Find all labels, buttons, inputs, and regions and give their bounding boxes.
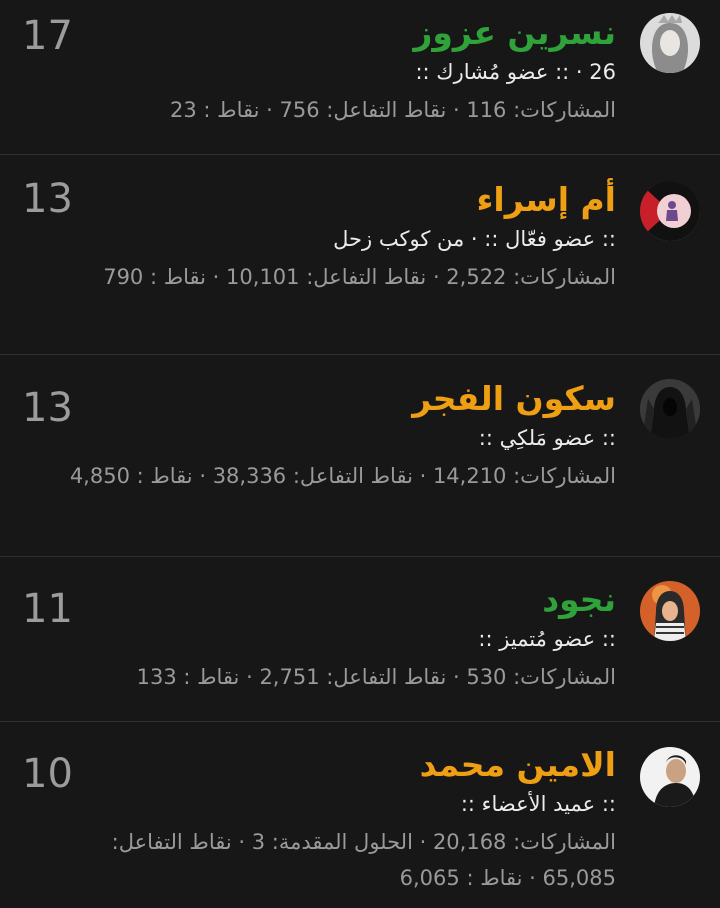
member-stats: المشاركات: 20,168 · الحلول المقدمة: 3 · … xyxy=(111,830,616,890)
member-row[interactable]: 13 سكون الفجر :: عضو مَلكِي :: المشاركات… xyxy=(0,355,720,557)
member-name[interactable]: سكون الفجر xyxy=(46,376,616,422)
woman-headscarf-avatar[interactable] xyxy=(640,13,700,73)
member-title: 26 · :: عضو مُشارك :: xyxy=(415,60,616,84)
member-info: نسرين عزوز 26 · :: عضو مُشارك :: المشارك… xyxy=(46,10,616,128)
member-row[interactable]: 11 نجود :: عضو مُتميز :: المشاركات: 530 … xyxy=(0,557,720,722)
member-title: :: عضو فعّال :: · من كوكب زحل xyxy=(333,227,616,251)
member-info: الامين محمد :: عميد الأعضاء :: المشاركات… xyxy=(46,742,616,896)
girl-keffiyeh-avatar[interactable] xyxy=(640,581,700,641)
man-portrait-avatar[interactable] xyxy=(640,747,700,807)
member-title: :: عضو مُتميز :: xyxy=(478,627,616,651)
member-info: سكون الفجر :: عضو مَلكِي :: المشاركات: 1… xyxy=(46,376,616,494)
member-info: أم إسراء :: عضو فعّال :: · من كوكب زحل ا… xyxy=(46,177,616,295)
member-name[interactable]: نسرين عزوز xyxy=(46,10,616,56)
members-list: 17 نسرين عزوز 26 · :: عضو مُشارك :: المش… xyxy=(0,0,720,908)
member-stats: المشاركات: 530 · نقاط التفاعل: 2,751 · ن… xyxy=(136,665,616,689)
member-stats: المشاركات: 116 · نقاط التفاعل: 756 · نقا… xyxy=(169,98,616,122)
member-row[interactable]: 17 نسرين عزوز 26 · :: عضو مُشارك :: المش… xyxy=(0,0,720,155)
member-stats: المشاركات: 14,210 · نقاط التفاعل: 38,336… xyxy=(69,464,616,488)
hooded-figure-avatar[interactable] xyxy=(640,379,700,439)
member-stats: المشاركات: 2,522 · نقاط التفاعل: 10,101 … xyxy=(103,265,616,289)
member-row[interactable]: 13 أم إسراء :: عضو فعّال :: · من كوكب زح… xyxy=(0,155,720,355)
member-row[interactable]: 10 الامين محمد :: عميد الأعضاء :: المشار… xyxy=(0,722,720,908)
member-info: نجود :: عضو مُتميز :: المشاركات: 530 · ن… xyxy=(46,577,616,695)
member-name[interactable]: الامين محمد xyxy=(46,742,616,788)
palestine-heart-avatar[interactable] xyxy=(640,181,700,241)
member-name[interactable]: أم إسراء xyxy=(46,177,616,223)
member-title: :: عميد الأعضاء :: xyxy=(460,792,616,816)
member-name[interactable]: نجود xyxy=(46,577,616,623)
member-title: :: عضو مَلكِي :: xyxy=(478,426,616,450)
